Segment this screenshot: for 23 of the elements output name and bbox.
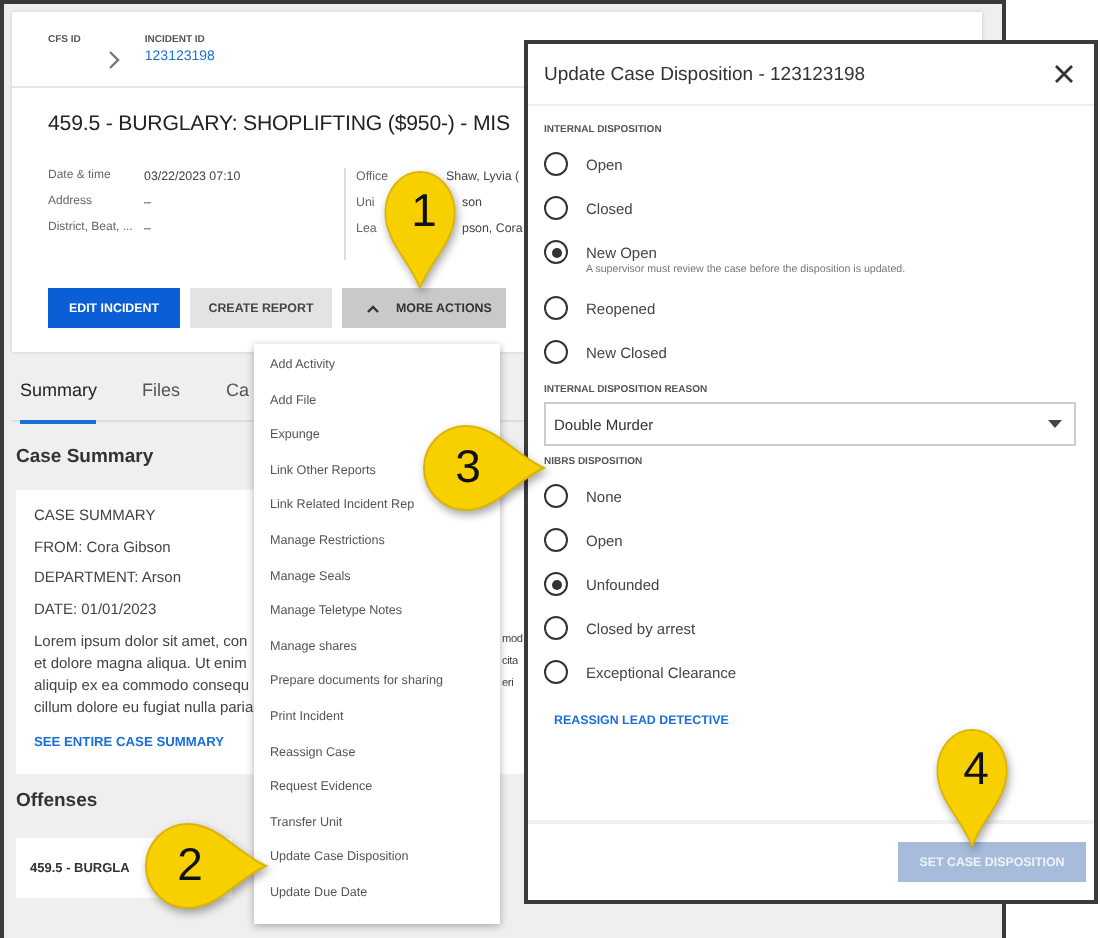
radio-button[interactable] — [544, 340, 568, 364]
tab[interactable]: Files — [142, 364, 181, 420]
radio-button[interactable] — [544, 196, 568, 220]
section-heading: Offenses — [16, 790, 98, 812]
caret-icon — [366, 303, 380, 313]
chevron-right-icon — [108, 50, 121, 70]
radio-button[interactable] — [544, 572, 568, 596]
dropdown-arrow-icon — [1048, 420, 1062, 428]
tab[interactable]: Ca — [226, 364, 250, 420]
callout-pin: 2 — [142, 820, 270, 912]
section-heading: Case Summary — [16, 446, 154, 468]
radio-button[interactable] — [544, 152, 568, 176]
dialog-title: Update Case Disposition - 123123198 — [544, 63, 866, 85]
radio-button[interactable] — [544, 484, 568, 508]
tab[interactable]: Summary — [20, 364, 96, 424]
radio-button[interactable] — [544, 296, 568, 320]
radio-button[interactable] — [544, 528, 568, 552]
incident-title: 459.5 - BURGLARY: SHOPLIFTING ($950-) - MIS — [48, 112, 510, 136]
radio-button[interactable] — [544, 660, 568, 684]
radio-button[interactable] — [544, 616, 568, 640]
close-icon[interactable] — [1054, 64, 1074, 84]
callout-pin: 4 — [934, 726, 1010, 850]
radio-button[interactable] — [544, 240, 568, 264]
